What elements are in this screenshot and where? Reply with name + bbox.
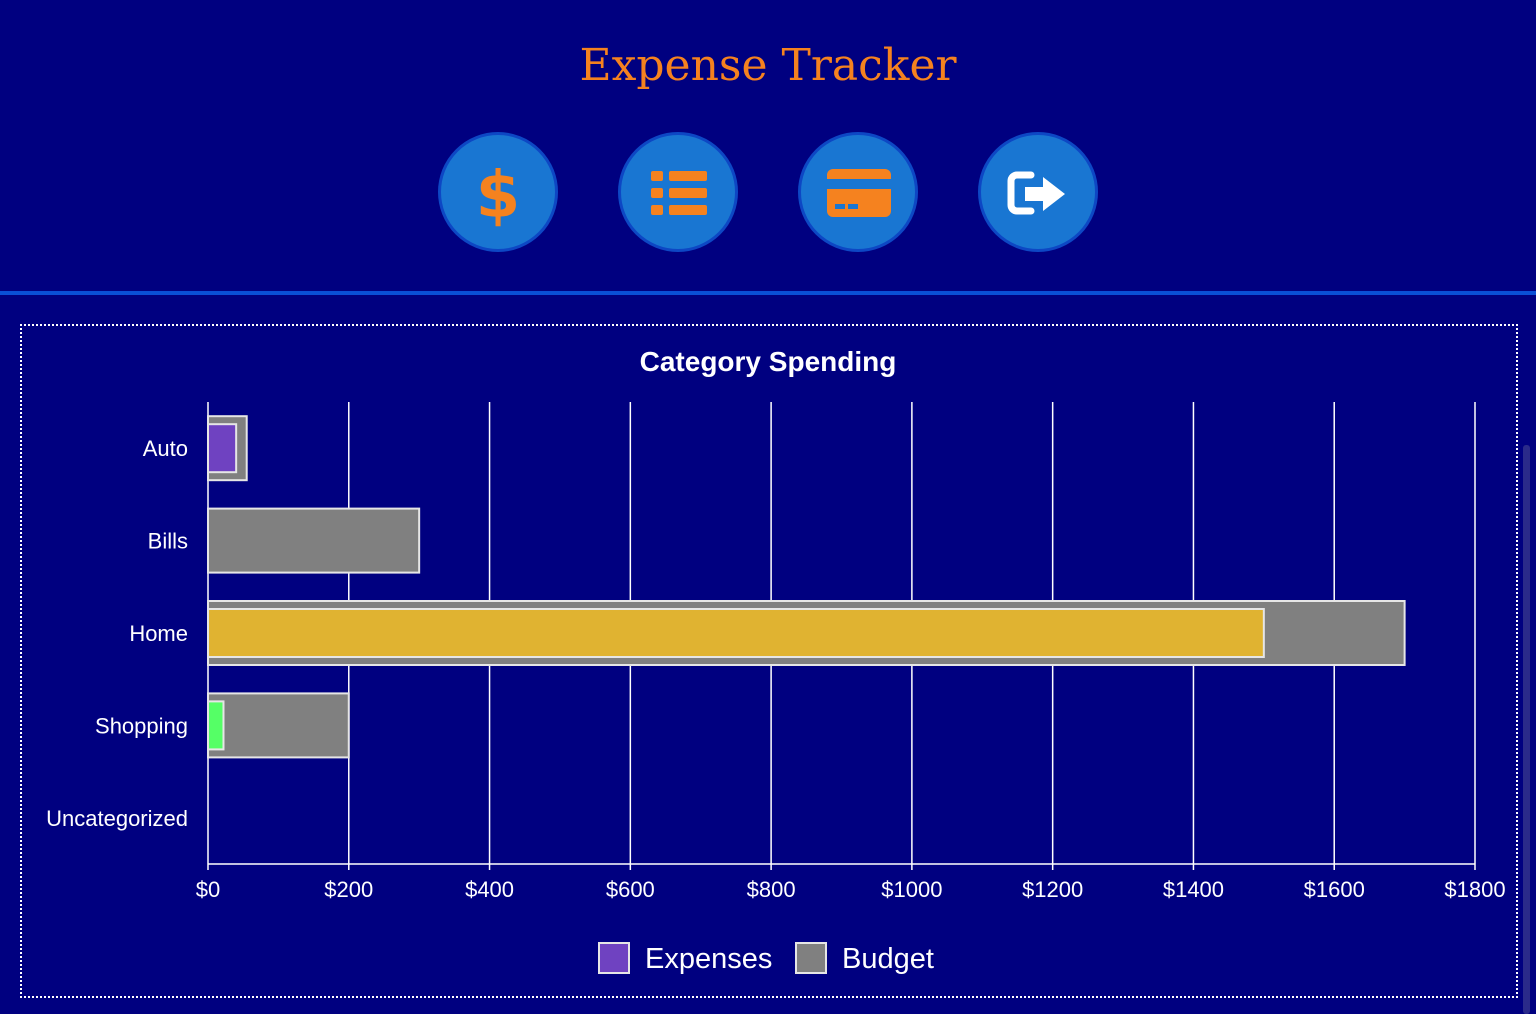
y-category-label: Bills xyxy=(148,529,188,554)
expense-bar-shopping xyxy=(207,700,225,751)
y-category-label: Uncategorized xyxy=(46,806,188,831)
expense-bar-auto xyxy=(207,423,238,474)
category-spending-chart: Category Spending $0 $200 $400 $600 $800 $1000… xyxy=(46,346,1505,975)
legend-swatch-budget xyxy=(795,942,827,974)
scrollbar[interactable] xyxy=(1523,445,1530,1014)
y-category-label: Home xyxy=(129,621,188,646)
x-tick-label: $600 xyxy=(606,877,655,902)
sign-out-icon xyxy=(1007,171,1065,215)
x-tick-label: $1600 xyxy=(1304,877,1365,902)
y-category-label: Shopping xyxy=(95,713,188,738)
x-tick-label: $1800 xyxy=(1444,877,1505,902)
x-tick-label: $400 xyxy=(465,877,514,902)
expenses-nav-button[interactable]: $ xyxy=(438,132,558,252)
header-divider xyxy=(0,291,1536,295)
header: Expense Tracker $ xyxy=(0,0,1536,292)
budget-bar-bills xyxy=(207,507,421,574)
legend-label-expenses: Expenses xyxy=(645,943,772,975)
x-tick-label: $1400 xyxy=(1163,877,1224,902)
expense-bar-home xyxy=(207,608,1265,658)
categories-nav-button[interactable] xyxy=(618,132,738,252)
dollar-icon: $ xyxy=(476,159,521,233)
x-tick-label: $0 xyxy=(196,877,220,902)
legend-label-budget: Budget xyxy=(842,943,934,975)
x-tick-label: $800 xyxy=(747,877,796,902)
x-tick-label: $1200 xyxy=(1022,877,1083,902)
chart-container: Category Spending $0 $200 $400 $600 $800 $1000… xyxy=(20,324,1518,998)
logout-nav-button[interactable] xyxy=(978,132,1098,252)
nav-bar: $ xyxy=(0,132,1536,252)
app-title: Expense Tracker xyxy=(579,40,957,91)
list-icon xyxy=(651,171,707,215)
budget-nav-button[interactable] xyxy=(798,132,918,252)
svg-text:$: $ xyxy=(476,159,521,233)
credit-card-icon xyxy=(827,169,891,217)
x-tick-label: $1000 xyxy=(881,877,942,902)
legend-swatch-expenses xyxy=(598,942,630,974)
chart-title: Category Spending xyxy=(640,346,897,377)
x-tick-label: $200 xyxy=(324,877,373,902)
budget-bar-shopping xyxy=(207,692,350,759)
y-category-label: Auto xyxy=(143,436,188,461)
